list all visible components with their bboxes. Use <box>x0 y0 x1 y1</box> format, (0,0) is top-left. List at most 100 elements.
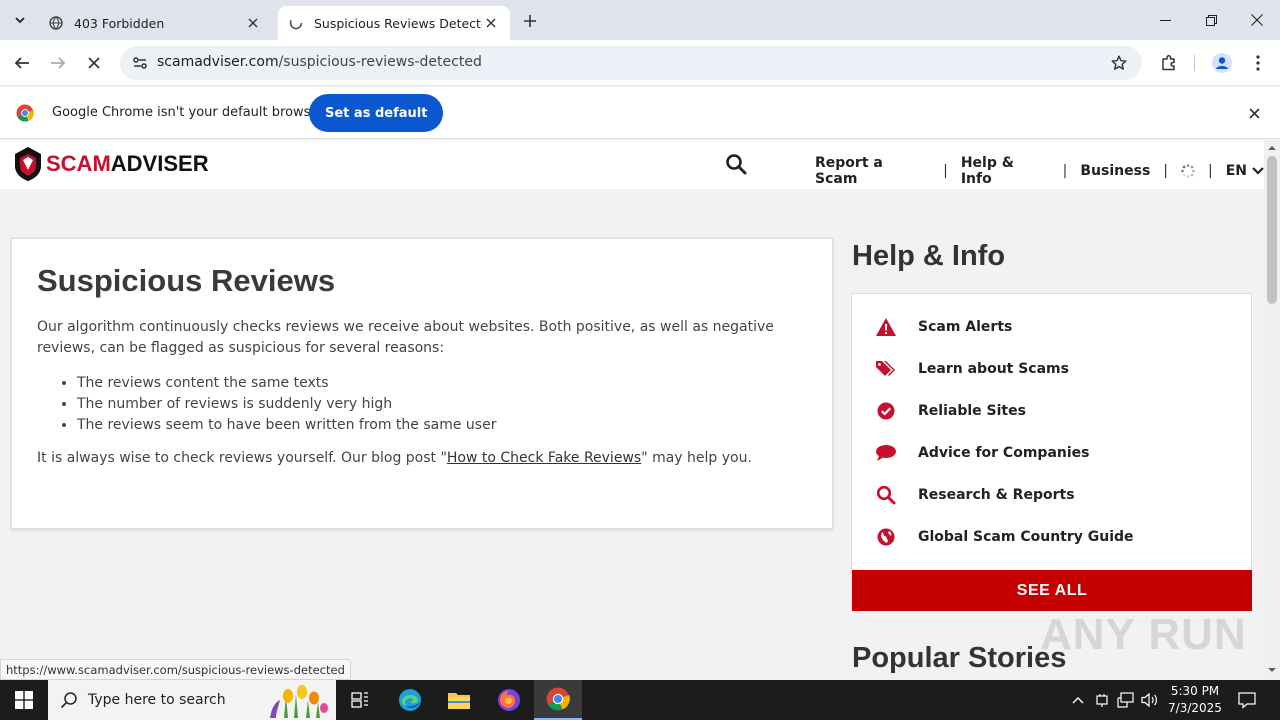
sidebar-item-advice-for-companies[interactable]: Advice for Companies <box>874 441 1089 465</box>
new-tab-button[interactable] <box>518 9 542 33</box>
see-all-button[interactable]: SEE ALL <box>852 570 1252 611</box>
task-view-button[interactable] <box>336 680 384 720</box>
browser-tab-bar: 403 Forbidden Suspicious Reviews Detecte… <box>0 0 1280 40</box>
stop-loading-button[interactable] <box>80 49 108 77</box>
tab-search-button[interactable] <box>8 8 32 32</box>
nav-report-a-scam[interactable]: Report a Scam <box>815 155 930 187</box>
bookmark-star-button[interactable] <box>1108 52 1130 74</box>
tags-icon <box>874 357 898 381</box>
flowers-decoration-icon <box>270 685 328 718</box>
sidebar-item-label: Advice for Companies <box>918 445 1090 461</box>
search-icon[interactable] <box>725 153 747 175</box>
minimize-icon <box>1159 19 1171 21</box>
speech-bubble-icon <box>874 441 898 465</box>
windows-taskbar: Type here to search 5:30 PM 7/3/2025 <box>0 680 1280 720</box>
puzzle-icon <box>1162 54 1175 71</box>
arrow-right-icon <box>51 57 66 69</box>
address-bar[interactable]: scamadviser.com/suspicious-reviews-detec… <box>120 46 1142 80</box>
tab-suspicious-reviews[interactable]: Suspicious Reviews Detected - S <box>278 6 510 40</box>
taskbar-edge[interactable] <box>386 680 434 720</box>
close-infobar-button[interactable] <box>1244 103 1264 123</box>
sidebar-item-learn-about-scams[interactable]: Learn about Scams <box>874 357 1069 381</box>
page-viewport: SCAMADVISER Report a Scam | Help & Info … <box>0 140 1280 680</box>
watermark-text: ANY RUN <box>1040 610 1247 659</box>
sidebar-item-reliable-sites[interactable]: Reliable Sites <box>874 399 1026 423</box>
page-scrollbar[interactable] <box>1264 140 1280 680</box>
notification-icon <box>1238 692 1256 709</box>
chrome-icon <box>546 687 570 711</box>
url-domain: scamadviser.com <box>157 54 279 70</box>
network-icon[interactable] <box>1116 690 1136 710</box>
taskbar-chrome[interactable] <box>534 680 582 720</box>
scamadviser-logo[interactable]: SCAMADVISER <box>14 146 209 182</box>
kebab-menu-icon <box>1256 55 1260 71</box>
arrow-left-icon <box>14 57 29 69</box>
sidebar-item-label: Learn about Scams <box>918 361 1069 377</box>
sidebar-item-label: Scam Alerts <box>918 319 1013 335</box>
chrome-menu-button[interactable] <box>1244 49 1272 77</box>
firefox-icon <box>498 689 520 711</box>
link-status-bar: https://www.scamadviser.com/suspicious-r… <box>0 659 351 680</box>
sidebar-item-research-reports[interactable]: Research & Reports <box>874 483 1075 507</box>
nav-separator: | <box>1163 163 1168 179</box>
sidebar-item-global-scam-country-guide[interactable]: Global Scam Country Guide <box>874 525 1134 549</box>
close-window-button[interactable] <box>1234 0 1280 40</box>
anyrun-watermark: ANY RUN <box>1040 610 1247 660</box>
set-as-default-button[interactable]: Set as default <box>309 94 444 132</box>
taskbar-clock[interactable]: 5:30 PM 7/3/2025 <box>1166 683 1224 717</box>
volume-icon[interactable] <box>1140 690 1160 710</box>
suspicious-reviews-card: Suspicious Reviews Our algorithm continu… <box>11 238 833 529</box>
start-button[interactable] <box>0 680 48 720</box>
scroll-down-arrow-icon[interactable] <box>1268 666 1276 674</box>
task-view-icon <box>351 692 368 708</box>
list-item: The reviews seem to have been written fr… <box>77 415 496 436</box>
close-tab-icon[interactable] <box>482 14 500 32</box>
restore-icon <box>1205 14 1217 26</box>
extensions-button[interactable] <box>1155 49 1183 77</box>
taskbar-search-box[interactable]: Type here to search <box>48 680 336 720</box>
restore-button[interactable] <box>1188 0 1234 40</box>
url-path: /suspicious-reviews-detected <box>278 54 482 70</box>
profile-button[interactable] <box>1208 49 1236 77</box>
url-text: scamadviser.com/suspicious-reviews-detec… <box>157 54 482 70</box>
nav-separator: | <box>943 163 948 179</box>
tab-403-forbidden[interactable]: 403 Forbidden <box>38 6 272 40</box>
search-icon <box>60 692 77 709</box>
plus-icon <box>524 15 536 27</box>
nav-separator: | <box>1062 163 1068 179</box>
taskbar-firefox[interactable] <box>485 680 533 720</box>
globe-icon <box>48 15 64 31</box>
taskbar-file-explorer[interactable] <box>435 680 483 720</box>
sidebar-item-scam-alerts[interactable]: Scam Alerts <box>874 315 1012 339</box>
nav-separator: | <box>1208 163 1213 179</box>
list-item: The number of reviews is suddenly very h… <box>77 394 496 415</box>
language-selector[interactable]: EN <box>1226 163 1264 179</box>
minimize-button[interactable] <box>1142 0 1188 40</box>
fake-reviews-link[interactable]: How to Check Fake Reviews <box>447 450 641 466</box>
reasons-list: The reviews content the same texts The n… <box>77 373 496 436</box>
outro-text: It is always wise to check reviews yours… <box>37 450 447 466</box>
back-button[interactable] <box>8 49 36 77</box>
tray-overflow-button[interactable] <box>1068 690 1088 710</box>
tab-title: Suspicious Reviews Detected - S <box>314 15 482 31</box>
windows-logo-icon <box>15 691 33 709</box>
nav-business[interactable]: Business <box>1080 163 1150 179</box>
site-info-icon[interactable] <box>128 51 152 75</box>
toolbar-separator <box>1194 55 1195 71</box>
close-icon <box>88 57 100 69</box>
nav-help-info[interactable]: Help & Info <box>961 155 1050 187</box>
scroll-up-arrow-icon[interactable] <box>1268 144 1276 152</box>
forward-button[interactable] <box>44 49 72 77</box>
folder-icon <box>448 693 470 709</box>
warning-icon <box>874 315 898 339</box>
browser-toolbar: scamadviser.com/suspicious-reviews-detec… <box>0 40 1280 86</box>
tray-device-icon[interactable] <box>1092 690 1112 710</box>
chevron-down-icon <box>15 17 25 24</box>
language-label: EN <box>1225 163 1247 179</box>
close-tab-icon[interactable] <box>244 14 262 32</box>
help-info-menu: Scam Alerts Learn about Scams Reliable S… <box>851 293 1252 571</box>
scrollbar-thumb[interactable] <box>1267 156 1277 304</box>
sidebar-item-label: Research & Reports <box>918 487 1075 503</box>
article-outro: It is always wise to check reviews yours… <box>37 450 752 466</box>
notification-center-button[interactable] <box>1236 689 1258 711</box>
